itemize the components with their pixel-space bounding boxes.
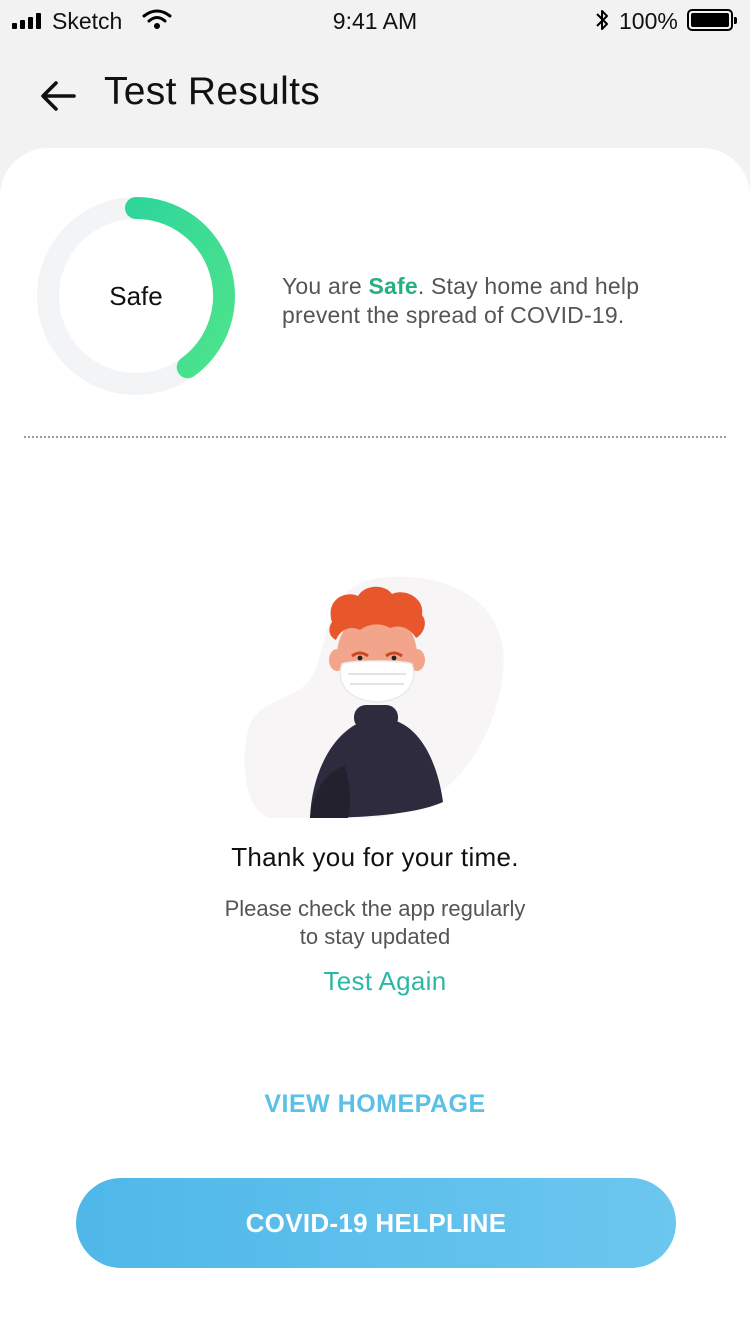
result-status-label: Safe <box>109 280 163 311</box>
check-app-line-1: Please check the app regularly <box>224 896 526 921</box>
test-again-link[interactable]: Test Again <box>0 966 750 997</box>
result-message-prefix: You are <box>282 273 369 299</box>
covid-helpline-button[interactable]: COVID-19 HELPLINE <box>76 1178 676 1268</box>
status-bar: Sketch 9:41 AM 100% <box>0 0 750 40</box>
battery-percentage: 100% <box>619 8 678 34</box>
check-app-message: Please check the app regularly to stay u… <box>175 895 575 951</box>
arrow-left-icon[interactable] <box>38 76 78 116</box>
page-title: Test Results <box>104 70 321 113</box>
check-app-line-2: to stay updated <box>299 924 451 949</box>
battery-icon <box>687 9 737 31</box>
masked-person-illustration <box>244 576 504 819</box>
thanks-heading: Thank you for your time. <box>231 842 519 872</box>
result-message: You are Safe. Stay home and help prevent… <box>282 272 722 330</box>
result-message-status: Safe <box>368 273 418 299</box>
view-homepage-button[interactable]: VIEW HOMEPAGE <box>0 1090 750 1119</box>
divider <box>24 436 726 438</box>
bluetooth-icon <box>596 10 608 30</box>
covid-helpline-label: COVID-19 HELPLINE <box>245 1207 507 1238</box>
